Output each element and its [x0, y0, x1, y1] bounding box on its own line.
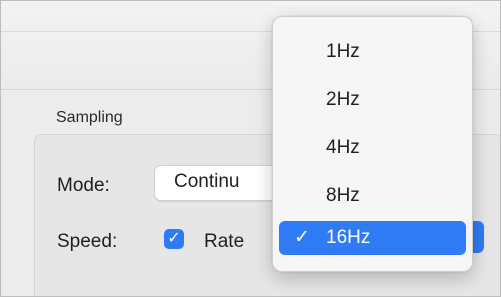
- rate-checkbox[interactable]: ✓: [164, 229, 184, 249]
- menu-item-16hz[interactable]: ✓ 16Hz: [279, 221, 466, 255]
- mode-label: Mode:: [57, 175, 110, 196]
- menu-item-4hz[interactable]: 4Hz: [279, 131, 466, 165]
- menu-item-label: 8Hz: [326, 185, 360, 206]
- rate-checkbox-label: Rate: [204, 231, 245, 252]
- section-title: Sampling: [56, 109, 123, 126]
- mode-popup-value: Continu: [174, 171, 240, 192]
- menu-item-label: 16Hz: [326, 227, 371, 248]
- menu-item-label: 2Hz: [326, 89, 360, 110]
- speed-label: Speed:: [57, 231, 118, 252]
- checkmark-icon: ✓: [167, 230, 181, 247]
- menu-item-8hz[interactable]: 8Hz: [279, 179, 466, 213]
- speed-dropdown-menu: 1Hz 2Hz 4Hz 8Hz ✓ 16Hz: [272, 16, 473, 272]
- menu-item-label: 1Hz: [326, 41, 360, 62]
- menu-item-1hz[interactable]: 1Hz: [279, 35, 466, 69]
- app-window: Sampling Mode: Continu Speed: ✓ Rate 1Hz…: [0, 0, 501, 297]
- menu-item-2hz[interactable]: 2Hz: [279, 83, 466, 117]
- menu-item-label: 4Hz: [326, 137, 360, 158]
- checkmark-icon: ✓: [294, 227, 310, 248]
